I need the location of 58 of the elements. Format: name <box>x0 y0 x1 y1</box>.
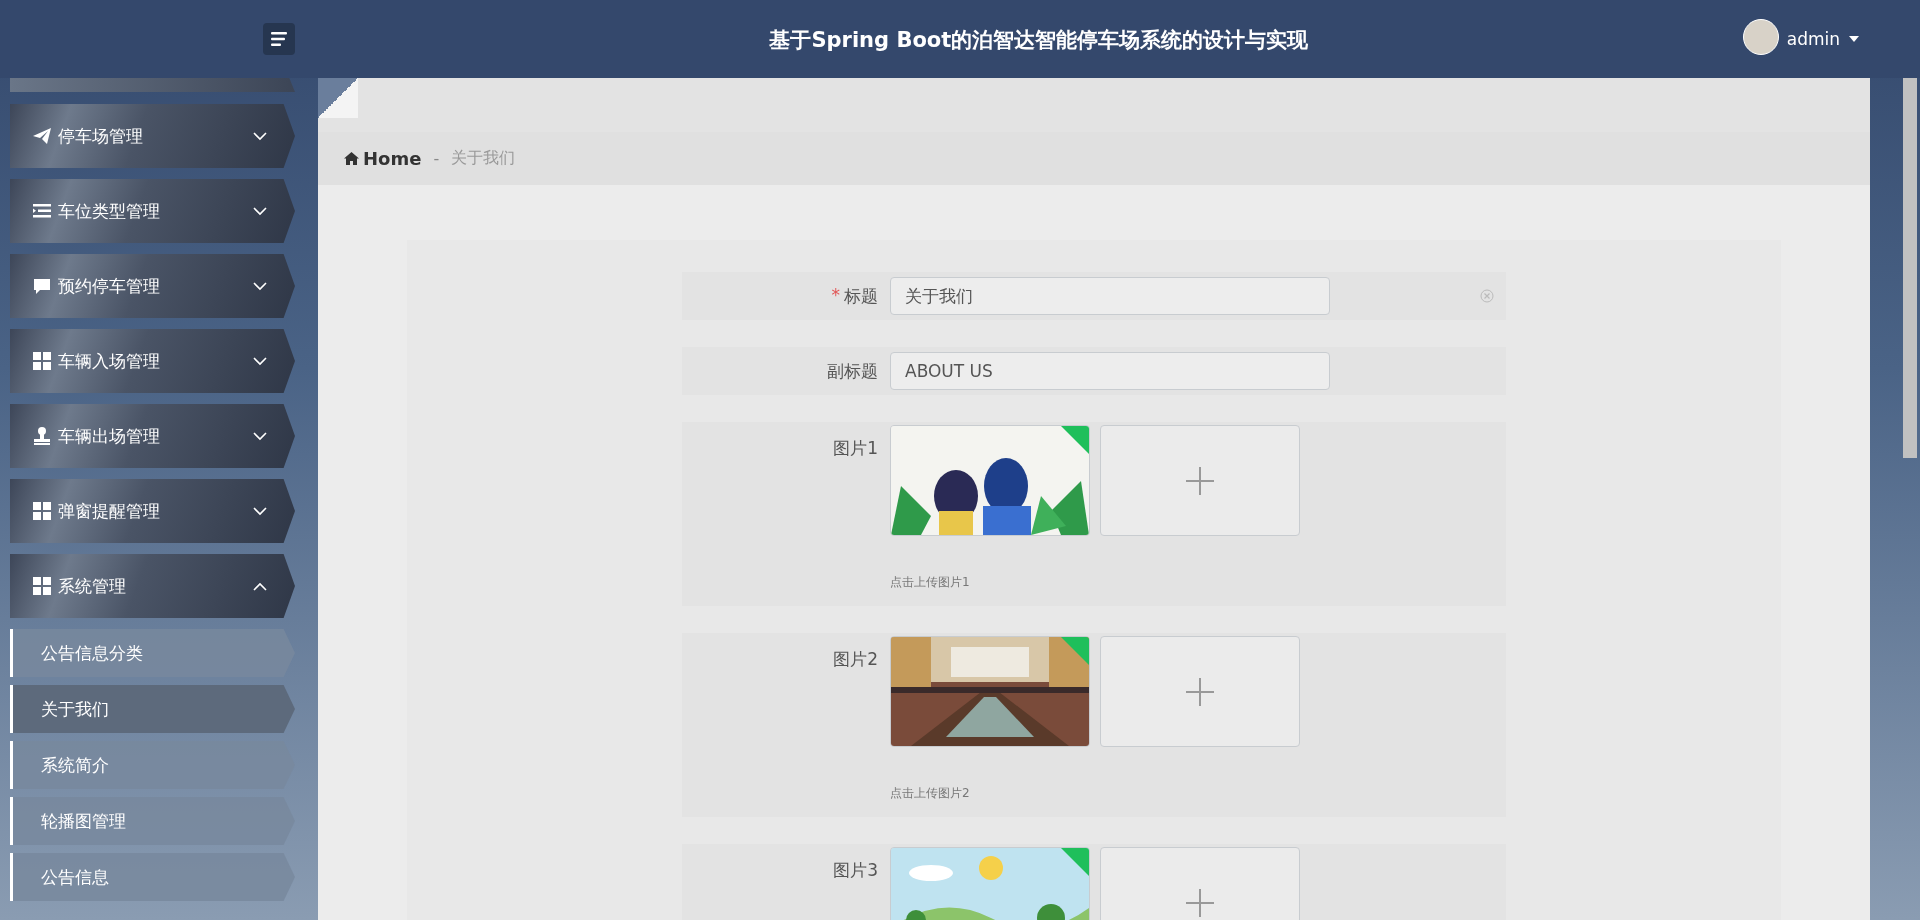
upload-hint: 点击上传图片1 <box>890 574 971 591</box>
corner-tag <box>1061 426 1089 454</box>
submenu-item[interactable]: 公告信息 <box>10 853 295 901</box>
submenu-item[interactable]: 轮播图管理 <box>10 797 295 845</box>
submenu-item[interactable]: 关于我们 <box>10 685 295 733</box>
chevron-icon <box>253 281 267 291</box>
field-label: 标题 <box>844 284 878 308</box>
menu-item-icon <box>32 501 52 521</box>
menu-group[interactable]: 车辆出场管理 <box>10 404 295 468</box>
menu-group[interactable]: 车位类型管理 <box>10 179 295 243</box>
plus-icon <box>1185 887 1215 918</box>
menu-button[interactable] <box>263 23 295 55</box>
caret-icon[interactable] <box>1848 35 1860 43</box>
chevron-icon <box>253 506 267 516</box>
menu-group[interactable]: 停车场管理 <box>10 104 295 168</box>
input-field[interactable]: 关于我们 <box>890 277 1330 315</box>
breadcrumb-current: 关于我们 <box>451 148 516 169</box>
plus-icon <box>1185 676 1215 707</box>
submenu-item[interactable]: 公告信息分类 <box>10 629 295 677</box>
menu-group[interactable]: 弹窗提醒管理 <box>10 479 295 543</box>
clear-icon[interactable] <box>1480 289 1494 303</box>
chevron-icon <box>253 131 267 141</box>
menu-group[interactable]: 车辆入场管理 <box>10 329 295 393</box>
field-label: 图片2 <box>833 648 878 671</box>
field-label: 副标题 <box>827 359 878 383</box>
menu-icon <box>270 31 288 47</box>
corner-tag <box>1061 637 1089 665</box>
menu-item-icon <box>32 351 52 371</box>
chevron-icon <box>253 431 267 441</box>
menu-group[interactable]: 系统管理 <box>10 554 295 618</box>
home-icon <box>344 152 359 165</box>
menu-group[interactable]: 预约停车管理 <box>10 254 295 318</box>
menu-item-icon <box>32 201 52 221</box>
upload-button[interactable] <box>1100 636 1300 747</box>
chevron-icon <box>253 356 267 366</box>
plus-icon <box>1185 465 1215 496</box>
chevron-icon <box>253 581 267 591</box>
user-name[interactable]: admin <box>1786 29 1840 49</box>
page-fold <box>318 78 358 118</box>
menu-item-icon <box>32 576 52 596</box>
input-field[interactable]: ABOUT US <box>890 352 1330 390</box>
menu-item-icon <box>32 126 52 146</box>
corner-tag <box>1061 848 1089 876</box>
submenu-item[interactable]: 系统简介 <box>10 741 295 789</box>
upload-hint: 点击上传图片2 <box>890 785 971 802</box>
field-label: 图片3 <box>833 859 878 882</box>
field-label: 图片1 <box>833 437 878 460</box>
menu-item[interactable] <box>10 78 295 92</box>
breadcrumb-link[interactable]: Home <box>363 148 422 169</box>
breadcrumb-separator: - <box>433 149 440 168</box>
app-title: 基于Spring Boot的泊智达智能停车场系统的设计与实现 <box>768 27 1310 54</box>
upload-button[interactable] <box>1100 425 1300 536</box>
required-mark: * <box>831 284 840 307</box>
scrollbar-thumb[interactable] <box>1903 78 1917 458</box>
chevron-icon <box>253 206 267 216</box>
menu-item-icon <box>32 276 52 296</box>
menu-item-icon <box>32 426 52 446</box>
avatar[interactable] <box>1742 19 1779 55</box>
